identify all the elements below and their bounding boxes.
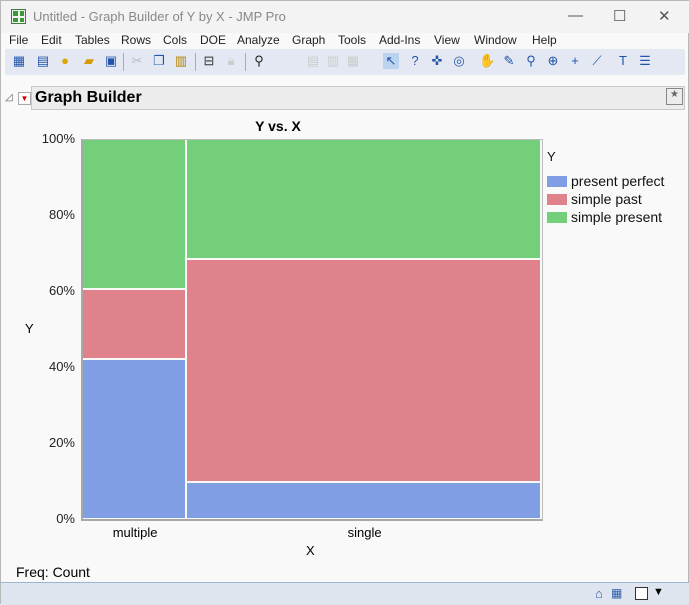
legend-item[interactable]: simple present — [547, 209, 662, 225]
window-list-icon[interactable] — [635, 587, 648, 600]
data-filter-icon[interactable]: ⊟ — [201, 53, 217, 69]
table-icon[interactable]: ▦ — [611, 586, 622, 600]
disabled-tool-icon[interactable]: ▦ — [345, 53, 361, 69]
window-title: Untitled - Graph Builder of Y by X - JMP… — [33, 9, 286, 24]
legend-label: present perfect — [571, 173, 665, 189]
y-tick-label: 40% — [48, 359, 75, 374]
menu-cols[interactable]: Cols — [163, 33, 187, 47]
jmp-app-icon — [11, 9, 26, 24]
legend-swatch — [547, 212, 567, 223]
y-tick-label: 60% — [48, 283, 75, 298]
status-bar: ⌂ ▦ ▼ — [1, 582, 689, 605]
open-icon[interactable]: ▰ — [81, 53, 97, 69]
new-script-icon[interactable]: ▤ — [35, 53, 51, 69]
y-tick-label: 0% — [56, 511, 75, 526]
target-icon[interactable]: ◎ — [451, 53, 467, 69]
crosshair-tool-icon[interactable]: + — [567, 53, 583, 69]
cut-icon[interactable]: ✂ — [129, 53, 145, 69]
menu-window[interactable]: Window — [474, 33, 517, 47]
mosaic-cell-multiple-present-perfect[interactable] — [83, 360, 186, 518]
menu-view[interactable]: View — [434, 33, 460, 47]
menu-analyze[interactable]: Analyze — [237, 33, 280, 47]
home-icon[interactable]: ⌂ — [595, 586, 603, 601]
legend-title: Y — [547, 149, 556, 164]
menu-doe[interactable]: DOE — [200, 33, 226, 47]
menu-add-ins[interactable]: Add-Ins — [379, 33, 420, 47]
paste-icon[interactable]: ▥ — [173, 53, 189, 69]
menu-file[interactable]: File — [9, 33, 28, 47]
disabled-tool-icon[interactable]: ▤ — [305, 53, 321, 69]
legend-item[interactable]: simple past — [547, 191, 642, 207]
legend-label: simple past — [571, 191, 642, 207]
lock-icon[interactable]: 🔒︎ — [223, 53, 239, 69]
mosaic-cell-single-simple-present[interactable] — [187, 140, 540, 259]
crosshair-select-icon[interactable]: ✜ — [429, 53, 445, 69]
python-icon[interactable]: ● — [57, 53, 73, 69]
new-data-table-icon[interactable]: ▦ — [11, 53, 27, 69]
y-tick-label: 20% — [48, 435, 75, 450]
legend-label: simple present — [571, 209, 663, 225]
arrow-tool-icon[interactable]: ↖ — [383, 53, 399, 69]
brush-tool-icon[interactable]: ✎ — [501, 53, 517, 69]
copy-icon[interactable]: ❐ — [151, 53, 167, 69]
mosaic-cell-multiple-simple-present[interactable] — [83, 140, 186, 289]
search-icon[interactable]: ⚲ — [251, 53, 267, 69]
x-tick-label: multiple — [112, 525, 158, 540]
menu-graph[interactable]: Graph — [292, 33, 325, 47]
legend-swatch — [547, 194, 567, 205]
mosaic-cell-single-present-perfect[interactable] — [187, 483, 540, 518]
minimize-button[interactable]: — — [568, 7, 583, 24]
disabled-tool-icon[interactable]: ▥ — [325, 53, 341, 69]
y-axis-label: Y — [25, 321, 34, 336]
maximize-button[interactable]: ☐ — [613, 7, 626, 25]
close-button[interactable]: ✕ — [658, 7, 671, 25]
chevron-down-icon[interactable]: ▼ — [653, 586, 664, 598]
y-tick-label: 100% — [41, 131, 75, 146]
legend-item[interactable]: present perfect — [547, 173, 664, 189]
hand-tool-icon[interactable]: ✋ — [479, 53, 495, 69]
menu-edit[interactable]: Edit — [41, 33, 62, 47]
save-icon[interactable]: ▣ — [103, 53, 119, 69]
mosaic-cell-single-simple-past[interactable] — [187, 260, 540, 482]
pin-icon[interactable]: ★ — [666, 88, 683, 105]
disclosure-triangle-icon[interactable]: ◿ — [5, 92, 13, 103]
mosaic-cell-multiple-simple-past[interactable] — [83, 290, 186, 359]
zoom-tool-icon[interactable]: ⊕ — [545, 53, 561, 69]
toolbar: ▦ ▤ ● ▰ ▣ ✂ ❐ ▥ ⊟ 🔒︎ ⚲ ▤ ▥ ▦ ↖ ? ✜ ◎ ✋ ✎… — [5, 49, 685, 75]
menu-tools[interactable]: Tools — [338, 33, 366, 47]
y-tick-label: 80% — [48, 207, 75, 222]
menu-rows[interactable]: Rows — [121, 33, 151, 47]
legend-swatch — [547, 176, 567, 187]
menu-bar: File Edit Tables Rows Cols DOE Analyze G… — [1, 33, 689, 49]
lasso-tool-icon[interactable]: ⚲ — [523, 53, 539, 69]
menu-help[interactable]: Help — [532, 33, 557, 47]
panel-title: Graph Builder — [35, 89, 142, 106]
mosaic-plot[interactable] — [81, 139, 543, 521]
x-axis-label: X — [306, 543, 315, 558]
more-tools-icon[interactable]: ☰ — [637, 53, 653, 69]
red-triangle-menu-icon[interactable]: ▼ — [18, 92, 31, 105]
annotate-tool-icon[interactable]: T — [615, 53, 631, 69]
menu-tables[interactable]: Tables — [75, 33, 110, 47]
help-tool-icon[interactable]: ? — [407, 53, 423, 69]
line-tool-icon[interactable]: ⟋ — [589, 53, 605, 69]
freq-label: Freq: Count — [16, 564, 90, 580]
chart-title: Y vs. X — [255, 118, 301, 134]
x-tick-label: single — [347, 525, 382, 540]
